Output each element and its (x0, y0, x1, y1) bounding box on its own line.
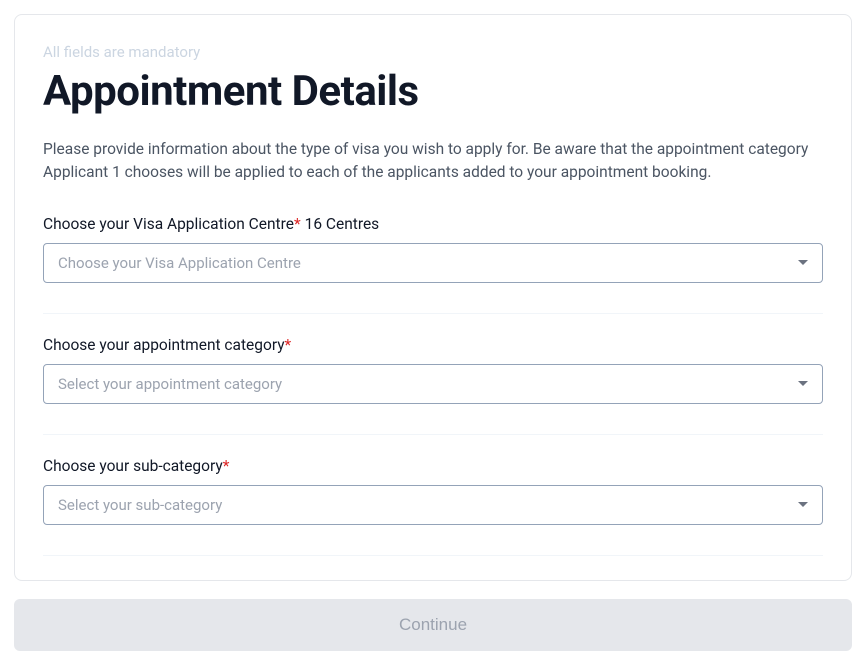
page-description: Please provide information about the typ… (43, 138, 823, 185)
appointment-details-card: All fields are mandatory Appointment Det… (14, 14, 852, 581)
subcategory-select[interactable]: Select your sub-category (43, 485, 823, 525)
category-select[interactable]: Select your appointment category (43, 364, 823, 404)
vac-placeholder: Choose your Visa Application Centre (58, 254, 301, 272)
category-field: Choose your appointment category* Select… (43, 336, 823, 404)
category-label: Choose your appointment category* (43, 336, 823, 354)
category-label-text: Choose your appointment category (43, 336, 285, 354)
vac-label-text: Choose your Visa Application Centre (43, 215, 294, 233)
subcategory-placeholder: Select your sub-category (58, 496, 222, 514)
mandatory-note: All fields are mandatory (43, 43, 823, 61)
required-star: * (223, 457, 230, 475)
page-title: Appointment Details (43, 67, 823, 116)
caret-down-icon (798, 260, 808, 265)
divider (43, 313, 823, 314)
caret-down-icon (798, 381, 808, 386)
vac-label: Choose your Visa Application Centre*16 C… (43, 215, 823, 233)
vac-field: Choose your Visa Application Centre*16 C… (43, 215, 823, 283)
divider (43, 434, 823, 435)
caret-down-icon (798, 502, 808, 507)
vac-select[interactable]: Choose your Visa Application Centre (43, 243, 823, 283)
vac-count-suffix: 16 Centres (305, 215, 380, 233)
divider (43, 555, 823, 556)
required-star: * (285, 336, 292, 354)
subcategory-label: Choose your sub-category* (43, 457, 823, 475)
subcategory-field: Choose your sub-category* Select your su… (43, 457, 823, 525)
subcategory-label-text: Choose your sub-category (43, 457, 223, 475)
required-star: * (294, 215, 301, 233)
category-placeholder: Select your appointment category (58, 375, 282, 393)
continue-button[interactable]: Continue (14, 599, 852, 651)
